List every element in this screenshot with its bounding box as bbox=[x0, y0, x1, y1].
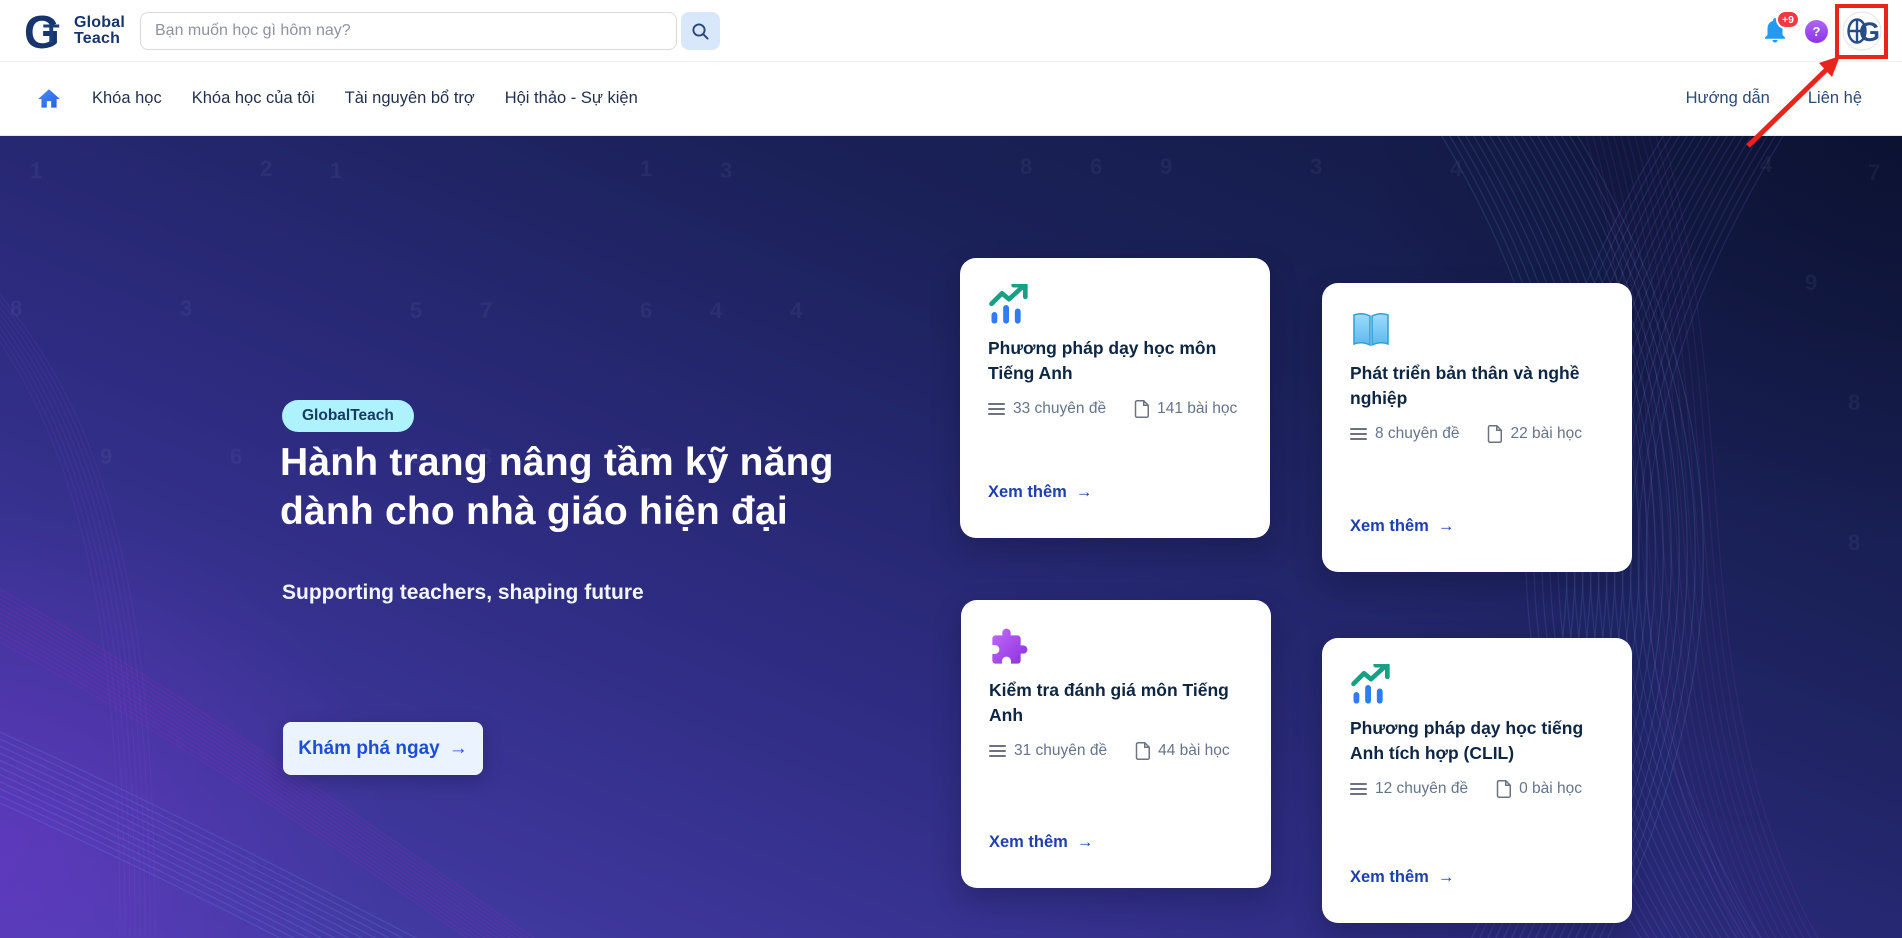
see-more-link[interactable]: Xem thêm→ bbox=[988, 483, 1092, 502]
search-button[interactable] bbox=[681, 12, 720, 50]
see-more-link[interactable]: Xem thêm→ bbox=[1350, 517, 1454, 536]
svg-text:T: T bbox=[43, 19, 60, 49]
arrow-right-icon: → bbox=[1438, 868, 1455, 887]
lessons-file-icon bbox=[1496, 780, 1511, 798]
home-icon[interactable] bbox=[36, 86, 62, 112]
nav-item-khoa-hoc[interactable]: Khóa học bbox=[92, 89, 162, 108]
card-title: Phương pháp dạy học tiếng Anh tích hợp (… bbox=[1350, 716, 1608, 766]
topics-list-icon bbox=[988, 402, 1005, 416]
hero-badge: GlobalTeach bbox=[282, 400, 414, 432]
card-meta: 12 chuyên đề 0 bài học bbox=[1350, 780, 1618, 798]
arrow-right-icon: → bbox=[1438, 517, 1455, 536]
brand-name-line1: Global bbox=[74, 15, 125, 31]
lessons-file-icon bbox=[1487, 425, 1502, 443]
chart-up-icon bbox=[988, 284, 1030, 326]
nav-item-khoa-hoc-cua-toi[interactable]: Khóa học của tôi bbox=[192, 89, 315, 108]
topics-list-icon bbox=[989, 744, 1006, 758]
course-card[interactable]: Kiểm tra đánh giá môn Tiếng Anh 31 chuyê… bbox=[961, 600, 1271, 888]
course-card[interactable]: Phát triển bản thân và nghề nghiệp 8 chu… bbox=[1322, 283, 1632, 572]
topics-list-icon bbox=[1350, 427, 1367, 441]
hero-section: 121138693483576444963635898847 GlobalTea… bbox=[0, 136, 1902, 938]
top-header: G T Global Teach +9 ? G bbox=[0, 0, 1902, 62]
see-more-link[interactable]: Xem thêm→ bbox=[989, 833, 1093, 852]
arrow-right-icon: → bbox=[449, 738, 468, 760]
arrow-right-icon: → bbox=[1076, 483, 1093, 502]
chart-up-icon bbox=[1350, 664, 1392, 706]
avatar-globe-logo-icon: G bbox=[1842, 11, 1882, 51]
card-title: Kiểm tra đánh giá môn Tiếng Anh bbox=[989, 678, 1247, 728]
brand-logo[interactable]: G T Global Teach bbox=[24, 8, 125, 54]
course-card[interactable]: Phương pháp dạy học môn Tiếng Anh 33 chu… bbox=[960, 258, 1270, 538]
globalteach-monogram-icon: G T bbox=[24, 8, 70, 54]
help-button[interactable]: ? bbox=[1805, 20, 1828, 43]
explore-now-button[interactable]: Khám phá ngay→ bbox=[283, 722, 483, 775]
course-card[interactable]: Phương pháp dạy học tiếng Anh tích hợp (… bbox=[1322, 638, 1632, 923]
arrow-right-icon: → bbox=[1077, 833, 1094, 852]
svg-text:G: G bbox=[1859, 17, 1880, 47]
search-icon bbox=[690, 21, 711, 42]
lessons-file-icon bbox=[1134, 400, 1149, 418]
see-more-link[interactable]: Xem thêm→ bbox=[1350, 868, 1454, 887]
topics-list-icon bbox=[1350, 782, 1367, 796]
book-icon bbox=[1350, 309, 1392, 351]
hero-subtitle: Supporting teachers, shaping future bbox=[282, 581, 644, 605]
brand-name-line2: Teach bbox=[74, 31, 125, 47]
nav-item-tai-nguyen-bo-tro[interactable]: Tài nguyên bổ trợ bbox=[345, 89, 475, 108]
nav-item-lien-he[interactable]: Liên hệ bbox=[1808, 89, 1862, 108]
question-mark-icon: ? bbox=[1813, 24, 1821, 39]
card-meta: 31 chuyên đề 44 bài học bbox=[989, 742, 1257, 760]
notifications-button[interactable]: +9 bbox=[1760, 14, 1794, 50]
search-input[interactable] bbox=[140, 12, 677, 50]
card-title: Phát triển bản thân và nghề nghiệp bbox=[1350, 361, 1608, 411]
main-navigation: Khóa học Khóa học của tôi Tài nguyên bổ … bbox=[0, 62, 1902, 136]
user-avatar[interactable]: G bbox=[1842, 11, 1882, 51]
card-meta: 33 chuyên đề 141 bài học bbox=[988, 400, 1256, 418]
nav-item-huong-dan[interactable]: Hướng dẫn bbox=[1686, 89, 1770, 108]
card-title: Phương pháp dạy học môn Tiếng Anh bbox=[988, 336, 1246, 386]
lessons-file-icon bbox=[1135, 742, 1150, 760]
notification-count-badge: +9 bbox=[1776, 10, 1800, 29]
hero-title: Hành trang nâng tầm kỹ năng dành cho nhà… bbox=[280, 438, 834, 536]
puzzle-icon bbox=[989, 626, 1029, 668]
card-meta: 8 chuyên đề 22 bài học bbox=[1350, 425, 1618, 443]
nav-item-hoi-thao-su-kien[interactable]: Hội thảo - Sự kiện bbox=[505, 89, 638, 108]
